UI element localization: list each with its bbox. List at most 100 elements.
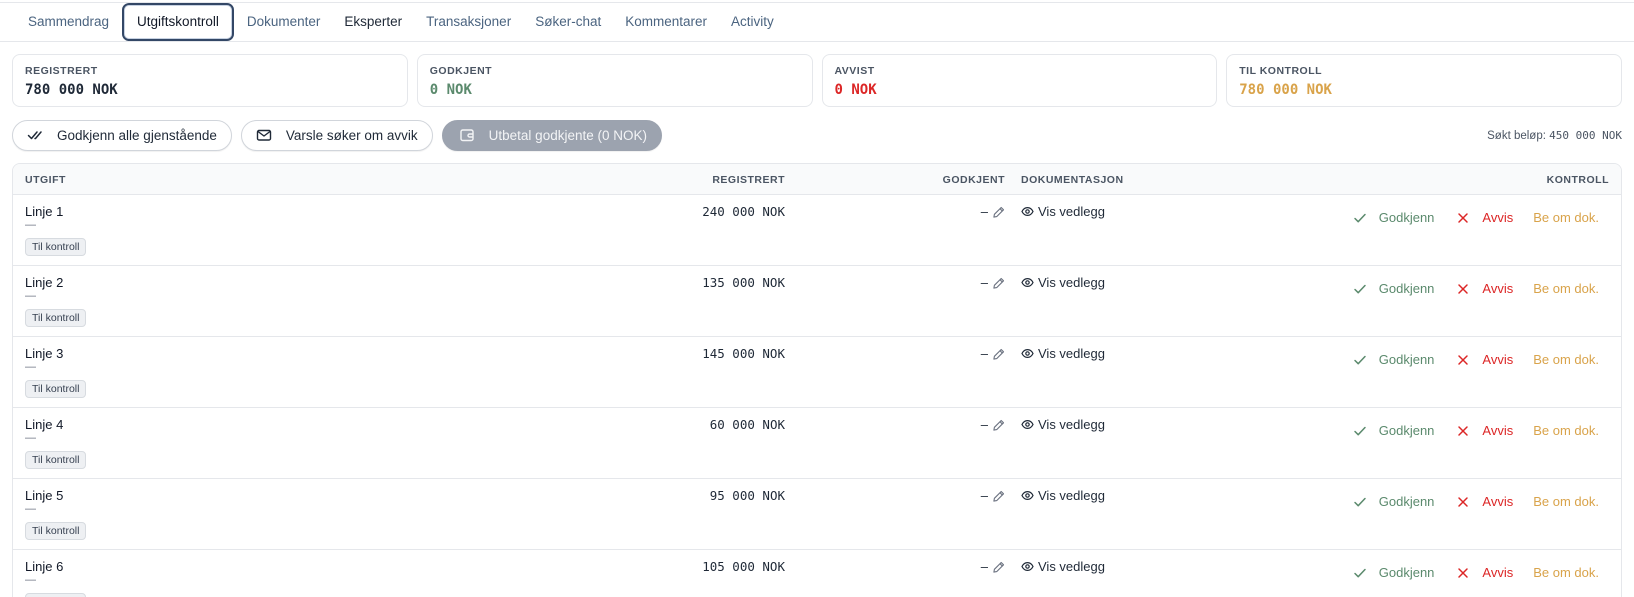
reject-label: Avvis	[1482, 281, 1514, 296]
request-documentation-button[interactable]: Be om dok.	[1533, 352, 1599, 367]
request-documentation-label: Be om dok.	[1533, 281, 1599, 296]
tab-transaksjoner[interactable]: Transaksjoner	[414, 4, 523, 40]
action-bar: Godkjenn alle gjenstående Varsle søker o…	[12, 119, 1622, 151]
pencil-icon[interactable]	[993, 419, 1005, 431]
tab-sammendrag[interactable]: Sammendrag	[16, 4, 121, 40]
expense-name: Linje 3	[25, 346, 64, 361]
column-header-dokumentasjon: DOKUMENTASJON	[1021, 174, 1124, 186]
reject-button[interactable]: Avvis	[1456, 210, 1513, 225]
approved-value: –	[980, 346, 988, 361]
payout-button[interactable]: Utbetal godkjente (0 NOK)	[441, 119, 662, 151]
approved-amount: –	[981, 275, 1005, 290]
approved-amount: –	[981, 488, 1005, 503]
pencil-icon[interactable]	[993, 490, 1005, 502]
wallet-icon	[459, 129, 474, 142]
registered-amount: 135 000 NOK	[702, 275, 785, 290]
approve-label: Godkjenn	[1378, 352, 1435, 367]
approve-label: Godkjenn	[1378, 423, 1435, 438]
summary-card-godkjent: GODKJENT 0 NOK	[416, 54, 813, 107]
view-attachment-link[interactable]: Vis vedlegg	[1021, 417, 1105, 432]
control-actions: Godkjenn Avvis Be om dok.	[1353, 423, 1599, 438]
control-actions: Godkjenn Avvis Be om dok.	[1353, 565, 1599, 580]
tab-activity[interactable]: Activity	[719, 4, 786, 40]
approve-button[interactable]: Godkjenn	[1353, 423, 1435, 438]
x-icon	[1458, 496, 1469, 507]
approve-button[interactable]: Godkjenn	[1353, 210, 1434, 225]
approved-value: –	[980, 204, 988, 219]
column-header-utgift: UTGIFT	[25, 174, 66, 186]
table-row: Linje 6 — Til kontroll 105 000 NOK – Vis…	[13, 550, 1621, 597]
approve-all-button[interactable]: Godkjenn alle gjenstående	[12, 119, 232, 151]
request-documentation-label: Be om dok.	[1533, 565, 1599, 580]
view-attachment-label: Vis vedlegg	[1038, 417, 1105, 432]
notify-applicant-button[interactable]: Varsle søker om avvik	[240, 119, 433, 151]
request-documentation-button[interactable]: Be om dok.	[1533, 565, 1599, 580]
expense-name: Linje 4	[25, 417, 64, 432]
tab-dokumenter[interactable]: Dokumenter	[235, 4, 333, 40]
request-documentation-button[interactable]: Be om dok.	[1533, 210, 1599, 225]
view-attachment-link[interactable]: Vis vedlegg	[1021, 559, 1105, 574]
eye-icon	[1021, 206, 1034, 217]
request-documentation-button[interactable]: Be om dok.	[1533, 423, 1599, 438]
request-documentation-button[interactable]: Be om dok.	[1533, 494, 1599, 509]
tab-kommentarer[interactable]: Kommentarer	[613, 4, 719, 40]
approve-button[interactable]: Godkjenn	[1353, 494, 1435, 509]
summary-value: 780 000 NOK	[1239, 82, 1332, 98]
reject-label: Avvis	[1482, 565, 1514, 580]
requested-amount-value: 450 000 NOK	[1549, 128, 1622, 142]
column-header-kontroll: KONTROLL	[1546, 174, 1609, 186]
approve-button[interactable]: Godkjenn	[1353, 565, 1434, 580]
reject-label: Avvis	[1482, 210, 1514, 225]
reject-button[interactable]: Avvis	[1456, 494, 1513, 509]
view-attachment-link[interactable]: Vis vedlegg	[1021, 275, 1105, 290]
table-row: Linje 3 — Til kontroll 145 000 NOK – Vis…	[13, 337, 1621, 408]
approved-value: –	[980, 488, 988, 503]
pencil-icon[interactable]	[993, 561, 1005, 573]
reject-button[interactable]: Avvis	[1456, 423, 1513, 438]
approve-button[interactable]: Godkjenn	[1353, 281, 1434, 296]
tab-soker-chat[interactable]: Søker-chat	[523, 4, 613, 40]
request-documentation-label: Be om dok.	[1533, 423, 1599, 438]
summary-label: AVVIST	[834, 65, 875, 77]
status-badge: Til kontroll	[25, 593, 87, 597]
tab-eksperter[interactable]: Eksperter	[332, 4, 414, 40]
control-actions: Godkjenn Avvis Be om dok.	[1353, 352, 1599, 367]
approve-button[interactable]: Godkjenn	[1353, 352, 1435, 367]
check-icon	[1354, 426, 1366, 435]
status-badge: Til kontroll	[25, 238, 87, 256]
table-row: Linje 5 — Til kontroll 95 000 NOK – Vis …	[13, 479, 1621, 550]
tab-bar: Sammendrag Utgiftskontroll Dokumenter Ek…	[0, 3, 1634, 42]
notify-applicant-label: Varsle søker om avvik	[285, 127, 418, 143]
table-row: Linje 2 — Til kontroll 135 000 NOK – Vis…	[13, 266, 1621, 337]
approved-value: –	[980, 559, 988, 574]
approved-amount: –	[981, 417, 1005, 432]
pencil-icon[interactable]	[993, 348, 1005, 360]
summary-value: 0 NOK	[834, 82, 877, 98]
request-documentation-label: Be om dok.	[1533, 210, 1599, 225]
pencil-icon[interactable]	[993, 277, 1005, 289]
view-attachment-link[interactable]: Vis vedlegg	[1021, 488, 1105, 503]
status-badge: Til kontroll	[25, 451, 87, 469]
reject-label: Avvis	[1482, 494, 1514, 509]
summary-label: GODKJENT	[429, 65, 493, 77]
approved-amount: –	[981, 559, 1005, 574]
reject-button[interactable]: Avvis	[1456, 352, 1513, 367]
view-attachment-link[interactable]: Vis vedlegg	[1021, 346, 1105, 361]
column-header-godkjent: GODKJENT	[942, 174, 1005, 186]
pencil-icon[interactable]	[993, 206, 1005, 218]
reject-button[interactable]: Avvis	[1456, 281, 1513, 296]
check-icon	[1354, 497, 1366, 506]
table-row: Linje 1 — Til kontroll 240 000 NOK – Vis…	[13, 195, 1621, 266]
tab-utgiftskontroll[interactable]: Utgiftskontroll	[122, 3, 234, 41]
approve-label: Godkjenn	[1378, 494, 1435, 509]
status-badge: Til kontroll	[25, 522, 87, 540]
expense-description: —	[25, 219, 36, 231]
view-attachment-label: Vis vedlegg	[1038, 204, 1105, 219]
registered-amount: 145 000 NOK	[702, 346, 785, 361]
x-icon	[1458, 567, 1469, 578]
reject-button[interactable]: Avvis	[1456, 565, 1513, 580]
request-documentation-button[interactable]: Be om dok.	[1533, 281, 1599, 296]
view-attachment-link[interactable]: Vis vedlegg	[1021, 204, 1105, 219]
eye-icon	[1021, 490, 1034, 501]
summary-label: TIL KONTROLL	[1239, 65, 1323, 77]
